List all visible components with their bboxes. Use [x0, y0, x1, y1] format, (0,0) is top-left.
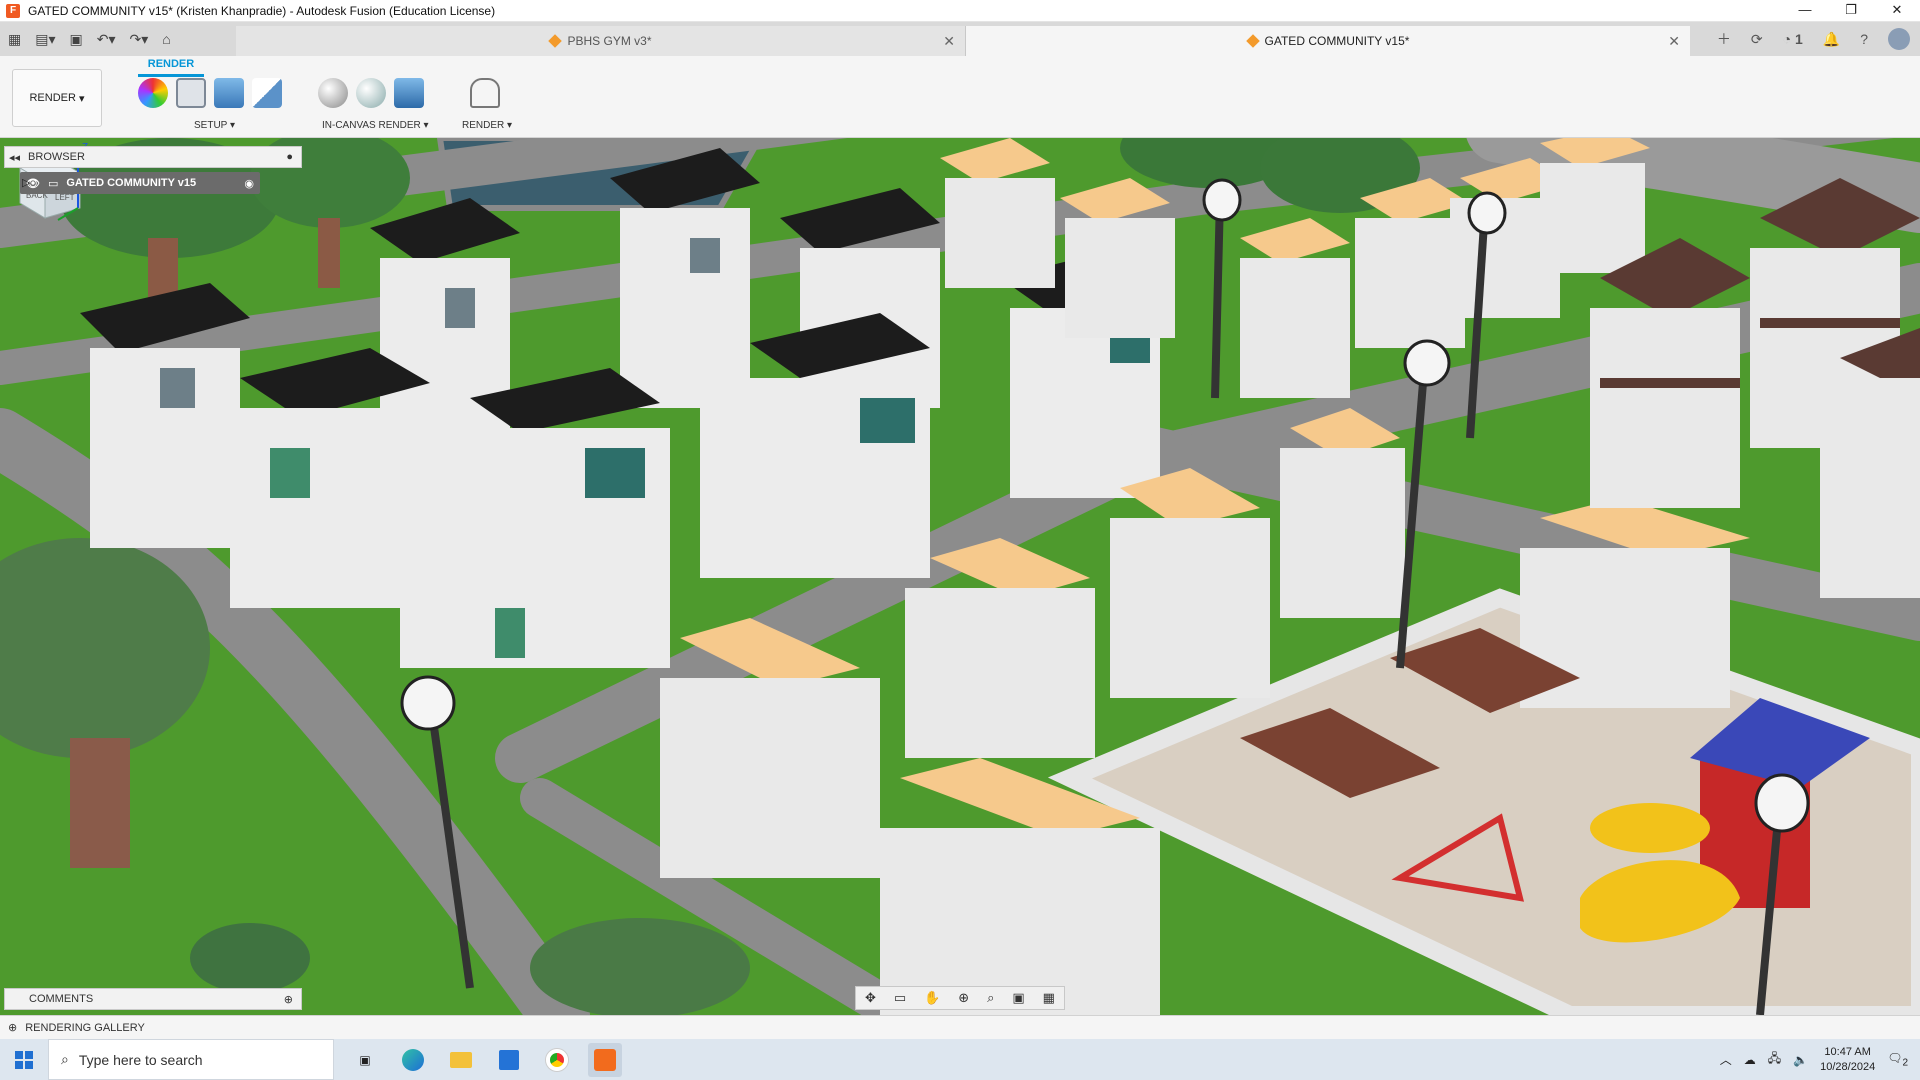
comments-panel[interactable]: COMMENTS ⊕ [4, 988, 302, 1010]
close-tab-icon[interactable]: ✕ [943, 33, 955, 50]
apps-grid-icon[interactable]: ▦ [8, 31, 21, 48]
tab-label: PBHS GYM v3* [567, 34, 652, 48]
microsoft-store-icon[interactable] [492, 1043, 526, 1077]
navigation-toolbar: ✥ ▭ ✋ ⊕ ⌕ ▣ ▦ [855, 986, 1065, 1010]
design-file-icon [1245, 34, 1260, 48]
workspace-label: RENDER [29, 92, 76, 104]
close-tab-icon[interactable]: ✕ [1668, 33, 1680, 50]
browser-title: BROWSER [28, 151, 85, 163]
rendered-scene [0, 138, 1920, 1015]
notification-count: 2 [1902, 1057, 1908, 1069]
windows-taskbar: ⌕ Type here to search ▣ ︿ ☁ 🖧 🔈 10:47 AM… [0, 1039, 1920, 1080]
fusion-app-icon[interactable] [588, 1042, 622, 1077]
start-button[interactable] [0, 1039, 48, 1080]
capture-image-icon[interactable] [394, 78, 424, 108]
ribbon-toolbar: RENDER RENDER ▾ SETUP ▾ IN-CANVAS RENDER… [0, 56, 1920, 138]
texture-map-icon[interactable] [214, 78, 244, 108]
fit-icon[interactable]: ⌕ [987, 990, 994, 1006]
notification-bell-icon[interactable]: 🔔 [1823, 31, 1840, 48]
job-status-icon[interactable]: ◔ 1 [1783, 31, 1803, 47]
chevron-up-icon[interactable]: ︿ [1720, 1051, 1732, 1068]
gallery-title: RENDERING GALLERY [25, 1021, 145, 1034]
undo-icon[interactable]: ↶▾ [97, 31, 116, 48]
fusion-logo-icon: F [6, 3, 20, 18]
render-tools [470, 78, 500, 108]
network-icon[interactable]: 🖧 [1768, 1049, 1781, 1070]
collapse-browser-icon[interactable]: ◂◂ [9, 151, 20, 164]
clock-time: 10:47 AM [1824, 1045, 1871, 1058]
file-explorer-icon[interactable] [444, 1043, 478, 1077]
appearance-icon[interactable] [138, 78, 168, 108]
canvas-viewport[interactable]: BACK LEFT Z [0, 138, 1920, 1015]
document-tab-bar: ▦ ▤▾ ▣ ↶▾ ↷▾ ⌂ PBHS GYM v3* ✕ GATED COMM… [0, 22, 1920, 56]
save-icon[interactable]: ▣ [70, 31, 83, 48]
zoom-icon[interactable]: ⊕ [958, 990, 969, 1006]
orbit-icon[interactable]: ✥ [865, 990, 876, 1006]
browser-root-node[interactable]: 👁 ▭ GATED COMMUNITY v15 ◉ [20, 172, 260, 194]
job-count: 1 [1794, 31, 1803, 47]
redo-icon[interactable]: ↷▾ [130, 31, 149, 48]
restore-button[interactable]: ❐ [1828, 0, 1874, 22]
system-tray: ︿ ☁ 🖧 🔈 10:47 AM 10/28/2024 🗨2 [1720, 1039, 1920, 1080]
browser-panel[interactable]: ◂◂ BROWSER ● [4, 146, 302, 168]
clock-date: 10/28/2024 [1820, 1060, 1876, 1073]
tab-pbhs-gym[interactable]: PBHS GYM v3* ✕ [236, 26, 966, 56]
in-canvas-render-tools [318, 78, 424, 108]
minimize-button[interactable]: — [1782, 0, 1828, 22]
volume-icon[interactable]: 🔈 [1793, 1053, 1808, 1067]
window-title: GATED COMMUNITY v15* (Kristen Khanpradie… [28, 3, 496, 18]
new-tab-icon[interactable]: ＋ [1717, 29, 1731, 49]
workspace-selector[interactable]: RENDER ▾ [12, 69, 102, 127]
notification-center-icon[interactable]: 🗨2 [1887, 1051, 1908, 1068]
render-settings-icon[interactable] [356, 78, 386, 108]
chrome-browser-icon[interactable] [540, 1043, 574, 1077]
chevron-down-icon: ▾ [75, 92, 85, 105]
pan-icon[interactable]: ✋ [924, 990, 940, 1006]
tab-render[interactable]: RENDER [138, 58, 204, 77]
task-view-icon[interactable]: ▣ [348, 1043, 382, 1077]
search-icon: ⌕ [61, 1051, 69, 1067]
pinned-apps: ▣ [348, 1042, 622, 1077]
in-canvas-render-icon[interactable] [318, 78, 348, 108]
tab-label: GATED COMMUNITY v15* [1264, 34, 1410, 48]
edge-browser-icon[interactable] [396, 1043, 430, 1077]
browser-pin-icon[interactable]: ● [286, 151, 293, 163]
render-group-label[interactable]: RENDER [462, 120, 504, 131]
tab-right-tools: ＋ ⟳ ◔ 1 🔔 ? [1690, 22, 1920, 56]
expand-node-icon[interactable]: ▷ [22, 176, 30, 189]
decal-icon[interactable] [252, 78, 282, 108]
close-window-button[interactable]: ✕ [1874, 0, 1920, 22]
windows-logo-icon [15, 1050, 33, 1069]
sync-icon[interactable]: ⟳ [1751, 31, 1763, 48]
window-controls: — ❐ ✕ [1782, 0, 1920, 22]
clock[interactable]: 10:47 AM 10/28/2024 [1820, 1045, 1875, 1075]
scene-settings-icon[interactable] [176, 78, 206, 108]
setup-group-label[interactable]: SETUP [194, 120, 227, 131]
add-comment-icon[interactable]: ⊕ [284, 993, 293, 1006]
title-bar: F GATED COMMUNITY v15* (Kristen Khanprad… [0, 0, 1920, 22]
in-canvas-group-label[interactable]: IN-CANVAS RENDER [322, 120, 421, 131]
tab-gated-community[interactable]: GATED COMMUNITY v15* ✕ [966, 26, 1690, 56]
activate-component-icon[interactable]: ◉ [244, 177, 254, 190]
design-file-icon [548, 34, 563, 48]
teapot-render-icon[interactable] [470, 78, 500, 108]
grid-settings-icon[interactable]: ▦ [1043, 990, 1055, 1006]
quick-access-toolbar: ▦ ▤▾ ▣ ↶▾ ↷▾ ⌂ [0, 22, 236, 56]
comments-title: COMMENTS [29, 993, 94, 1005]
home-icon[interactable]: ⌂ [162, 31, 170, 47]
gallery-toggle-icon[interactable]: ⊕ [8, 1021, 17, 1034]
setup-tools [138, 78, 282, 108]
file-menu-icon[interactable]: ▤▾ [35, 31, 55, 48]
display-settings-icon[interactable]: ▣ [1012, 990, 1024, 1006]
help-icon[interactable]: ? [1860, 31, 1868, 47]
rendering-gallery-bar[interactable]: ⊕ RENDERING GALLERY [0, 1015, 1920, 1039]
component-icon: ▭ [47, 177, 59, 190]
root-node-label: GATED COMMUNITY v15 [66, 177, 197, 189]
search-placeholder: Type here to search [78, 1051, 203, 1068]
onedrive-icon[interactable]: ☁ [1744, 1053, 1756, 1067]
taskbar-search[interactable]: ⌕ Type here to search [48, 1039, 334, 1080]
look-at-icon[interactable]: ▭ [894, 990, 906, 1006]
viewcube-left-label: LEFT [55, 193, 75, 202]
avatar[interactable] [1888, 28, 1910, 50]
